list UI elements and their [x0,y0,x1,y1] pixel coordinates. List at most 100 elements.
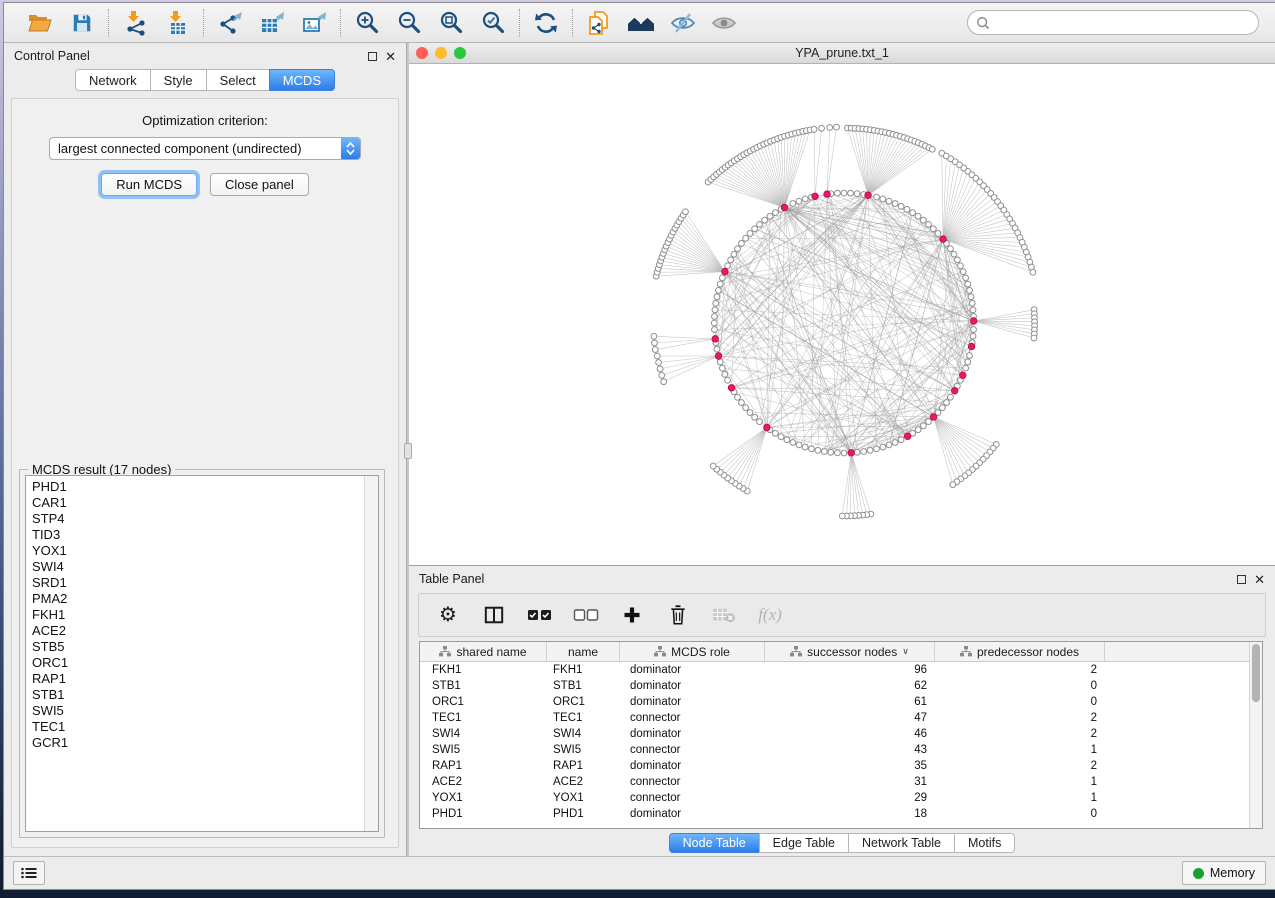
criterion-dropdown[interactable]: largest connected component (undirected) [49,137,361,160]
first-neighbors-button[interactable] [627,9,655,37]
network-node[interactable] [735,394,741,400]
network-hub-node[interactable] [728,385,735,392]
table-row-STB1[interactable]: STB1STB1dominator620 [420,678,1249,694]
network-node[interactable] [735,246,741,252]
network-hub-node[interactable] [712,336,719,343]
network-node[interactable] [711,320,717,326]
search-input[interactable] [995,16,1250,30]
network-node[interactable] [880,444,886,450]
mcds-result-item[interactable]: TEC1 [32,719,364,735]
network-node[interactable] [915,213,921,219]
table-scrollbar[interactable] [1249,642,1262,828]
network-node[interactable] [712,314,718,320]
table-tab-network-table[interactable]: Network Table [848,833,955,853]
mcds-result-item[interactable]: FKH1 [32,607,364,623]
network-node[interactable] [968,294,974,300]
network-node[interactable] [915,427,921,433]
network-node[interactable] [967,353,973,359]
network-node[interactable] [731,251,737,257]
delete-columns-button[interactable] [665,602,691,628]
network-node[interactable] [960,269,966,275]
deselect-all-button[interactable] [573,602,599,628]
mcds-result-item[interactable]: ORC1 [32,655,364,671]
network-node[interactable] [728,257,734,263]
network-node[interactable] [713,300,719,306]
network-node[interactable] [828,449,834,455]
network-node[interactable] [683,209,689,215]
network-node[interactable] [656,360,662,366]
network-node[interactable] [743,235,749,241]
network-node[interactable] [969,300,975,306]
network-hub-node[interactable] [812,193,819,200]
network-node[interactable] [951,251,957,257]
table-row-YOX1[interactable]: YOX1YOX1connector291 [420,790,1249,806]
network-node[interactable] [796,198,802,204]
network-node[interactable] [757,221,763,227]
network-node[interactable] [944,400,950,406]
network-node[interactable] [790,201,796,207]
minimize-window-button[interactable] [435,47,447,59]
mcds-result-item[interactable]: RAP1 [32,671,364,687]
network-node[interactable] [967,288,973,294]
export-network-button[interactable] [216,9,244,37]
network-node[interactable] [714,294,720,300]
network-hub-node[interactable] [970,318,977,325]
tab-network[interactable]: Network [75,69,151,91]
network-node[interactable] [752,414,758,420]
network-node[interactable] [948,394,954,400]
table-row-ACE2[interactable]: ACE2ACE2connector311 [420,774,1249,790]
network-node[interactable] [955,257,961,263]
mcds-result-item[interactable]: YOX1 [32,543,364,559]
show-graphics-details-button[interactable] [711,10,737,36]
table-row-RAP1[interactable]: RAP1RAP1dominator352 [420,758,1249,774]
network-hub-node[interactable] [781,204,788,211]
network-node[interactable] [898,437,904,443]
network-node[interactable] [739,400,745,406]
apply-layout-button[interactable] [532,9,560,37]
network-node[interactable] [965,281,971,287]
mcds-result-item[interactable]: PHD1 [32,479,364,495]
network-node[interactable] [854,449,860,455]
status-menu-button[interactable] [13,861,45,885]
network-node[interactable] [747,231,753,237]
network-node[interactable] [841,190,847,196]
network-node[interactable] [784,437,790,443]
network-node[interactable] [725,263,731,269]
delete-table-button[interactable] [711,602,737,628]
column-header-successor-nodes[interactable]: successor nodes∨ [765,642,935,661]
network-hub-node[interactable] [722,268,729,275]
network-node[interactable] [892,440,898,446]
run-mcds-button[interactable]: Run MCDS [101,173,197,196]
network-node[interactable] [940,405,946,411]
network-node[interactable] [722,371,728,377]
zoom-fit-button[interactable] [437,9,465,37]
network-node[interactable] [1031,335,1037,341]
mcds-result-item[interactable]: SRD1 [32,575,364,591]
network-node[interactable] [841,450,847,456]
close-panel-button[interactable]: Close panel [210,173,309,196]
network-hub-node[interactable] [848,449,855,456]
network-hub-node[interactable] [959,372,966,379]
table-tab-edge-table[interactable]: Edge Table [759,833,849,853]
network-node[interactable] [965,359,971,365]
network-node[interactable] [790,440,796,446]
network-node[interactable] [747,410,753,416]
table-row-TEC1[interactable]: TEC1TEC1connector472 [420,710,1249,726]
network-node[interactable] [725,377,731,383]
network-node[interactable] [958,263,964,269]
network-hub-node[interactable] [904,433,911,440]
table-row-PHD1[interactable]: PHD1PHD1dominator180 [420,806,1249,822]
table-tab-motifs[interactable]: Motifs [954,833,1015,853]
network-node[interactable] [910,210,916,216]
table-row-SWI4[interactable]: SWI4SWI4dominator462 [420,726,1249,742]
close-table-panel-icon[interactable]: ✕ [1254,573,1265,586]
mcds-result-item[interactable]: TID3 [32,527,364,543]
network-canvas[interactable] [409,64,1275,565]
network-node[interactable] [716,288,722,294]
network-node[interactable] [839,513,845,519]
network-node[interactable] [950,482,956,488]
mcds-result-item[interactable]: GCR1 [32,735,364,751]
network-hub-node[interactable] [865,192,872,199]
network-node[interactable] [835,190,841,196]
network-node[interactable] [714,346,720,352]
